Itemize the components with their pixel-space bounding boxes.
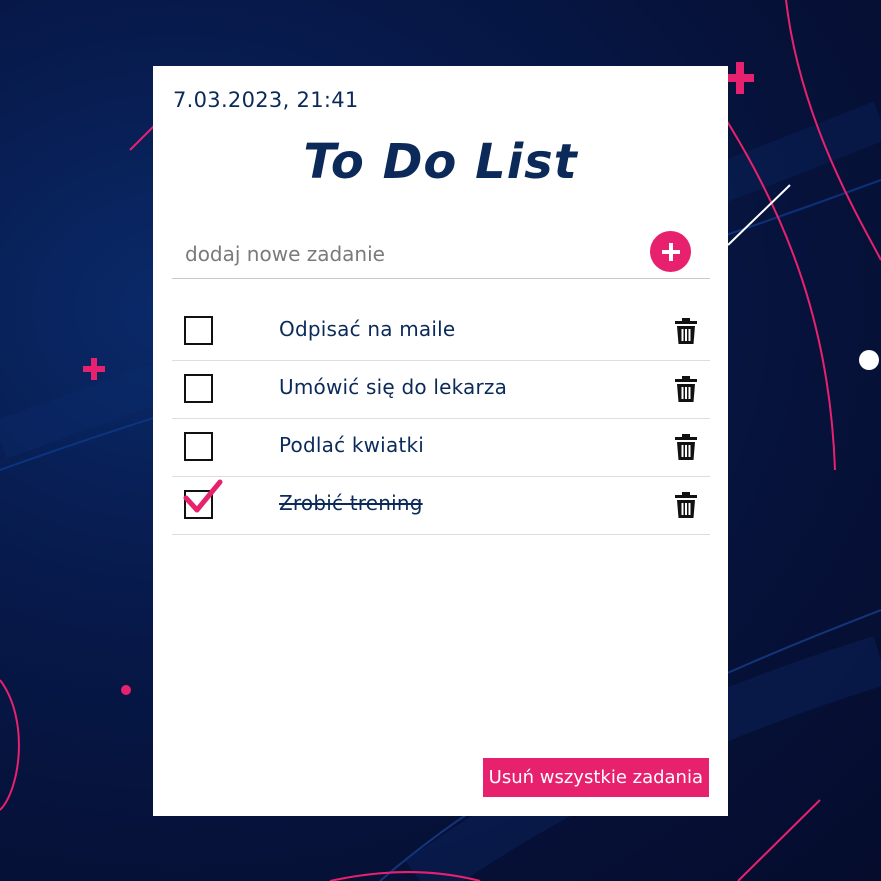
task-label: Zrobić trening — [279, 491, 423, 515]
todo-card: 7.03.2023, 21:41 To Do List Odpisać na m… — [153, 66, 728, 816]
new-task-input[interactable] — [172, 234, 647, 274]
checkmark-icon — [183, 479, 223, 513]
task-checkbox-checked[interactable] — [183, 479, 223, 519]
task-item-completed: Zrobić trening — [172, 477, 710, 535]
task-checkbox[interactable] — [184, 374, 213, 403]
task-label: Umówić się do lekarza — [279, 375, 508, 399]
add-task-button[interactable] — [650, 231, 691, 272]
current-datetime: 7.03.2023, 21:41 — [173, 88, 359, 112]
trash-icon[interactable] — [674, 491, 698, 519]
add-task-row — [172, 226, 710, 279]
task-checkbox[interactable] — [184, 432, 213, 461]
trash-icon[interactable] — [674, 375, 698, 403]
trash-icon[interactable] — [674, 433, 698, 461]
task-checkbox[interactable] — [184, 316, 213, 345]
task-list: Odpisać na maile Umówić się do lekarza P… — [172, 303, 710, 535]
trash-icon[interactable] — [674, 317, 698, 345]
clear-all-button[interactable]: Usuń wszystkie zadania — [482, 758, 709, 797]
task-item: Umówić się do lekarza — [172, 361, 710, 419]
page-title: To Do List — [303, 134, 578, 190]
task-label: Podlać kwiatki — [279, 433, 424, 457]
plus-icon — [661, 242, 680, 261]
task-label: Odpisać na maile — [279, 317, 456, 341]
task-item: Odpisać na maile — [172, 303, 710, 361]
task-item: Podlać kwiatki — [172, 419, 710, 477]
